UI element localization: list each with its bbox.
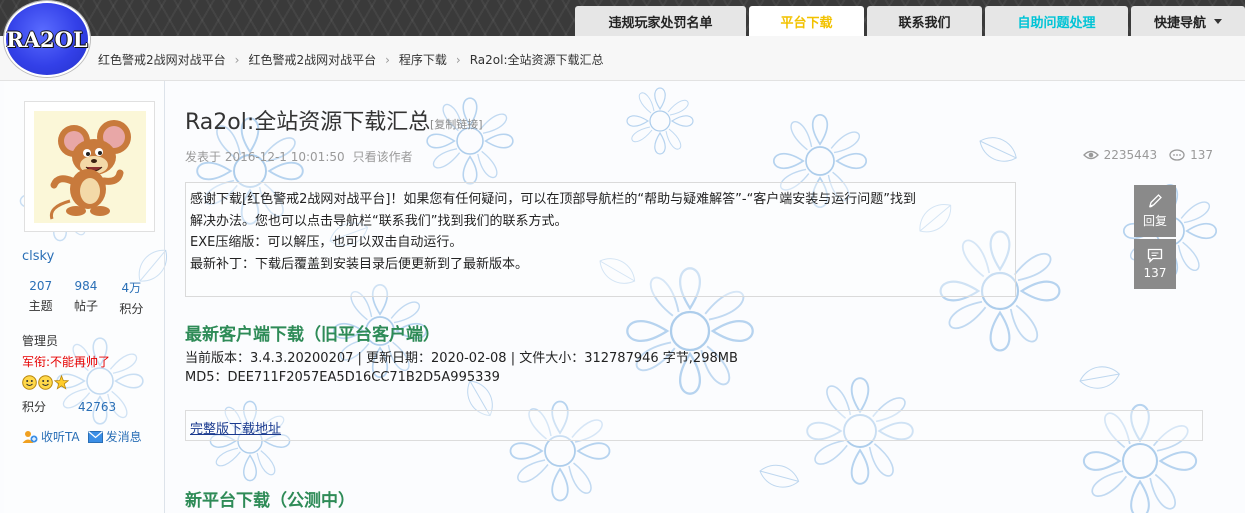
author-score-value: 42763 bbox=[78, 400, 117, 414]
tab-self-help-label: 自助问题处理 bbox=[1017, 15, 1096, 31]
follow-user-icon bbox=[22, 430, 38, 443]
message-label: 发消息 bbox=[105, 430, 142, 444]
notice-line-4: 最新补丁：下载后覆盖到安装目录后便更新到了最新版本。 bbox=[190, 256, 529, 272]
chevron-right-icon: › bbox=[234, 52, 240, 67]
breadcrumb-item-forum[interactable]: 红色警戒2战网对战平台 bbox=[248, 51, 376, 68]
site-logo[interactable]: RA2OL bbox=[4, 1, 90, 77]
chevron-right-icon: › bbox=[385, 52, 390, 67]
eye-icon bbox=[1082, 149, 1099, 161]
post-title: Ra2ol:全站资源下载汇总 bbox=[185, 110, 431, 135]
only-author-link[interactable]: 只看该作者 bbox=[353, 150, 413, 164]
reply-button[interactable]: 回复 bbox=[1134, 185, 1176, 237]
author-stats: 207 主题 984 帖子 4万 积分 bbox=[18, 279, 154, 317]
stat-points[interactable]: 4万 积分 bbox=[109, 279, 154, 317]
client-download-heading: 最新客户端下载（旧平台客户端） bbox=[185, 325, 440, 345]
pencil-icon bbox=[1149, 194, 1162, 208]
tab-penalty-list-label: 违规玩家处罚名单 bbox=[608, 15, 713, 31]
floral-background bbox=[19, 87, 1218, 513]
copy-link-button[interactable]: [复制链接] bbox=[430, 116, 483, 132]
full-download-link[interactable]: 完整版下载地址 bbox=[190, 418, 281, 437]
notice-line-2: 解决办法。您也可以点击导航栏“联系我们”找到我们的联系方式。 bbox=[190, 213, 568, 229]
author-score-label: 积分 bbox=[22, 400, 47, 414]
comment-icon bbox=[1147, 248, 1163, 263]
chevron-right-icon: › bbox=[455, 52, 461, 67]
caret-down-icon bbox=[1214, 18, 1222, 24]
author-rank-title: 军衔:不能再帅了 bbox=[22, 355, 111, 369]
new-platform-heading: 新平台下载（公测中） bbox=[185, 491, 355, 511]
avatar-frame bbox=[24, 101, 155, 232]
author-score-row: 积分 42763 bbox=[22, 398, 116, 415]
breadcrumb: 红色警戒2战网对战平台 › 红色警戒2战网对战平台 › 程序下载 › Ra2ol… bbox=[98, 51, 604, 68]
follow-button[interactable]: 收听TA bbox=[22, 428, 80, 445]
author-name[interactable]: clsky bbox=[22, 249, 54, 264]
breadcrumb-item-current[interactable]: Ra2ol:全站资源下载汇总 bbox=[470, 51, 604, 68]
follow-label: 收听TA bbox=[41, 430, 80, 444]
tab-contact-us-label: 联系我们 bbox=[898, 15, 951, 31]
stat-points-label: 积分 bbox=[119, 302, 144, 316]
star-medal-icon bbox=[54, 375, 69, 390]
download-link-box: 完整版下载地址 bbox=[185, 410, 1203, 441]
tab-penalty-list[interactable]: 违规玩家处罚名单 bbox=[575, 6, 746, 36]
client-md5: MD5：DEE711F2057EA5D16CC71B2D5A995339 bbox=[185, 370, 500, 385]
stat-posts[interactable]: 984 帖子 bbox=[63, 279, 108, 317]
post-date: 发表于 2016-12-1 10:01:50 bbox=[185, 150, 345, 164]
author-panel: clsky 207 主题 984 帖子 4万 积分 管理员 军衔:不能再帅了 积… bbox=[4, 81, 165, 513]
breadcrumb-item-downloads[interactable]: 程序下载 bbox=[399, 51, 447, 68]
author-role[interactable]: 管理员 bbox=[22, 332, 58, 349]
author-actions: 收听TA 发消息 bbox=[22, 428, 142, 445]
reply-button-label: 回复 bbox=[1142, 214, 1167, 228]
avatar[interactable] bbox=[33, 110, 146, 223]
stat-points-value: 4万 bbox=[121, 281, 142, 295]
notice-box: 感谢下载[红色警戒2战网对战平台]！如果您有任何疑问，可以在顶部导航栏的“帮助与… bbox=[185, 182, 1016, 297]
tab-platform-download-label: 平台下载 bbox=[780, 15, 833, 31]
tab-quick-nav[interactable]: 快捷导航 bbox=[1131, 6, 1245, 36]
notice-line-3: EXE压缩版：可以解压，也可以双击自动运行。 bbox=[190, 235, 463, 250]
smiley-medal-icon bbox=[38, 375, 53, 390]
client-version-info: 当前版本：3.4.3.20200207 | 更新日期：2020-02-08 | … bbox=[185, 351, 738, 366]
breadcrumb-item-home[interactable]: 红色警戒2战网对战平台 bbox=[98, 51, 226, 68]
tab-platform-download[interactable]: 平台下载 bbox=[749, 6, 864, 36]
tab-quick-nav-label: 快捷导航 bbox=[1153, 15, 1206, 31]
view-count: 2235443 bbox=[1103, 148, 1158, 162]
notice-line-1: 感谢下载[红色警戒2战网对战平台]！如果您有任何疑问，可以在顶部导航栏的“帮助与… bbox=[190, 192, 917, 207]
comments-button-count: 137 bbox=[1143, 266, 1167, 280]
tab-contact-us[interactable]: 联系我们 bbox=[867, 6, 982, 36]
mouse-avatar-icon bbox=[33, 110, 146, 223]
logo-text: RA2OL bbox=[6, 26, 88, 52]
reply-count: 137 bbox=[1190, 148, 1213, 162]
author-medals bbox=[22, 375, 69, 390]
tab-self-help[interactable]: 自助问题处理 bbox=[985, 6, 1128, 36]
stat-topics[interactable]: 207 主题 bbox=[18, 279, 63, 317]
comment-bubble-icon bbox=[1169, 148, 1185, 162]
stat-topics-label: 主题 bbox=[28, 299, 53, 313]
envelope-icon bbox=[87, 430, 103, 443]
smiley-medal-icon bbox=[22, 375, 37, 390]
post-counts: 2235443 137 bbox=[1082, 148, 1213, 162]
main-area bbox=[0, 81, 1245, 513]
comments-button[interactable]: 137 bbox=[1134, 239, 1176, 289]
breadcrumb-bar: 红色警戒2战网对战平台 › 红色警戒2战网对战平台 › 程序下载 › Ra2ol… bbox=[0, 36, 1245, 81]
stat-posts-value: 984 bbox=[74, 279, 98, 293]
stat-topics-value: 207 bbox=[29, 279, 53, 293]
send-message-button[interactable]: 发消息 bbox=[87, 428, 142, 445]
post-meta: 发表于 2016-12-1 10:01:50 只看该作者 bbox=[185, 148, 413, 165]
stat-posts-label: 帖子 bbox=[73, 299, 98, 313]
